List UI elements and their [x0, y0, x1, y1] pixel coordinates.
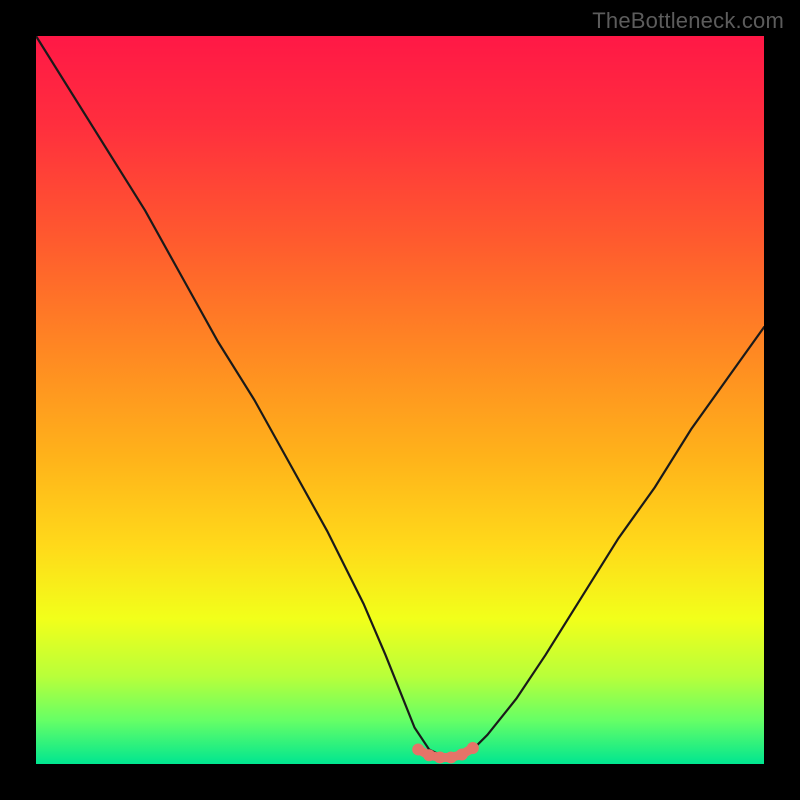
optimal-zone-dot	[423, 749, 435, 761]
watermark-text: TheBottleneck.com	[592, 8, 784, 34]
bottleneck-plot	[36, 36, 764, 764]
optimal-zone-dot	[456, 749, 468, 761]
optimal-zone-dot	[445, 751, 457, 763]
optimal-zone-dot	[412, 743, 424, 755]
optimal-zone-dot	[434, 751, 446, 763]
optimal-zone-dot	[467, 742, 479, 754]
chart-frame: TheBottleneck.com	[0, 0, 800, 800]
gradient-background	[36, 36, 764, 764]
